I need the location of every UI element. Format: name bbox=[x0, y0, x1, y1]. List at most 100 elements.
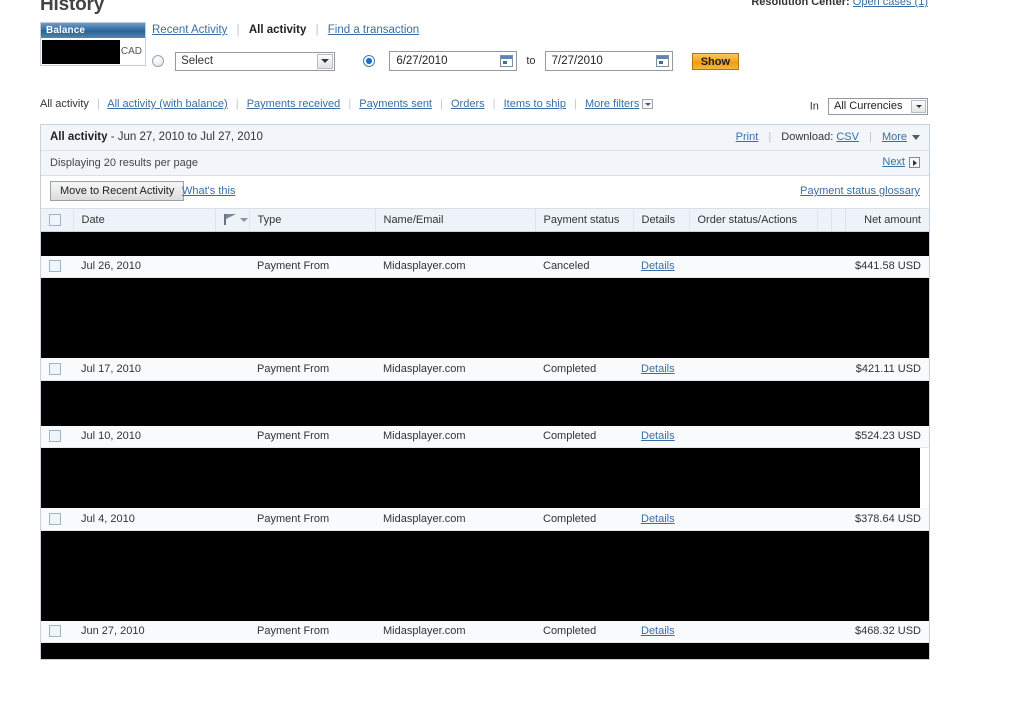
move-to-recent-activity-button[interactable]: Move to Recent Activity bbox=[50, 181, 185, 201]
balance-body: CAD bbox=[41, 38, 145, 65]
chevron-down-icon[interactable] bbox=[912, 134, 920, 140]
redacted-row bbox=[41, 277, 929, 358]
results-per-page-text: Displaying 20 results per page bbox=[50, 157, 198, 169]
cell-date: Jul 26, 2010 bbox=[73, 255, 215, 278]
balance-amount-redaction bbox=[42, 40, 120, 64]
row-checkbox[interactable] bbox=[49, 625, 61, 638]
tab-find-a-transaction[interactable]: Find a transaction bbox=[328, 24, 419, 36]
row-checkbox[interactable] bbox=[49, 362, 61, 375]
cell-type: Payment From bbox=[249, 425, 375, 448]
column-name-email[interactable]: Name/Email bbox=[375, 209, 536, 232]
chevron-down-icon[interactable] bbox=[642, 99, 654, 110]
table-row[interactable]: Jul 26, 2010 Payment From Midasplayer.com C… bbox=[41, 255, 929, 278]
select-dropdown[interactable]: Select bbox=[175, 51, 336, 71]
currency-filter-label: In bbox=[809, 100, 819, 113]
whats-this-link[interactable]: What's this bbox=[182, 185, 235, 197]
subfilter-payments-sent[interactable]: Payments sent bbox=[359, 98, 432, 110]
cell-spacer-b bbox=[831, 508, 845, 531]
download-more-link[interactable]: More bbox=[882, 131, 907, 143]
subfilter-payments-received[interactable]: Payments received bbox=[247, 98, 341, 110]
subfilter-orders[interactable]: Orders bbox=[451, 98, 485, 110]
balance-header-label: Balance bbox=[41, 23, 145, 38]
calendar-icon[interactable] bbox=[500, 55, 514, 67]
arrow-right-icon[interactable] bbox=[909, 156, 920, 168]
subfilter-separator: | bbox=[348, 98, 352, 110]
chevron-down-icon bbox=[321, 59, 330, 63]
details-link[interactable]: Details bbox=[641, 513, 675, 525]
currency-dropdown[interactable]: All Currencies bbox=[828, 98, 928, 115]
column-net-amount[interactable]: Net amount bbox=[845, 209, 929, 232]
details-link[interactable]: Details bbox=[641, 363, 675, 375]
download-label: Download: bbox=[781, 131, 834, 143]
cell-order-status-actions bbox=[689, 255, 817, 278]
row-checkbox[interactable] bbox=[49, 512, 61, 525]
table-row[interactable]: Jun 27, 2010 Payment From Midasplayer.com C… bbox=[41, 620, 929, 643]
column-date[interactable]: Date bbox=[73, 209, 216, 232]
date-to-field[interactable]: 7/27/2010 bbox=[544, 51, 673, 71]
date-filter-controls: Select 6/27/2010 to 7/27/2010 Show bbox=[152, 51, 740, 73]
cell-spacer-b bbox=[831, 620, 845, 643]
tab-separator: | bbox=[236, 24, 240, 36]
flag-icon bbox=[223, 214, 237, 226]
table-row[interactable]: Jul 10, 2010 Payment From Midasplayer.com C… bbox=[41, 425, 929, 448]
calendar-icon[interactable] bbox=[655, 55, 669, 67]
select-radio[interactable] bbox=[152, 55, 164, 67]
subfilter-separator: | bbox=[96, 98, 100, 110]
currency-dropdown-arrow[interactable] bbox=[911, 100, 926, 113]
tab-recent-activity[interactable]: Recent Activity bbox=[152, 24, 227, 36]
activity-table: Date Type Name/Email Payment status Deta… bbox=[41, 209, 929, 659]
details-link[interactable]: Details bbox=[641, 430, 675, 442]
table-row[interactable]: Jul 17, 2010 Payment From Midasplayer.com C… bbox=[41, 358, 929, 381]
panel-title-bold: All activity bbox=[50, 131, 108, 143]
cell-flag bbox=[215, 255, 249, 278]
select-dropdown-arrow[interactable] bbox=[317, 53, 334, 69]
subfilter-all-activity[interactable]: All activity bbox=[40, 98, 89, 110]
column-spacer-b bbox=[831, 209, 846, 232]
currency-dropdown-value: All Currencies bbox=[834, 100, 903, 112]
redacted-row bbox=[41, 530, 929, 621]
row-checkbox-cell bbox=[41, 358, 73, 381]
tools-divider: | bbox=[869, 131, 872, 143]
cell-payment-status: Completed bbox=[535, 620, 633, 643]
column-payment-status[interactable]: Payment status bbox=[535, 209, 634, 232]
cell-flag bbox=[215, 620, 249, 643]
cell-net-amount: $524.23 USD bbox=[845, 425, 929, 448]
column-flag[interactable] bbox=[215, 209, 250, 232]
subfilter-separator: | bbox=[235, 98, 239, 110]
download-csv-link[interactable]: CSV bbox=[836, 131, 859, 143]
column-type[interactable]: Type bbox=[249, 209, 376, 232]
tools-divider: | bbox=[768, 131, 772, 143]
next-page-link[interactable]: Next bbox=[882, 156, 905, 168]
date-range-radio[interactable] bbox=[363, 55, 376, 67]
column-order-status-actions[interactable]: Order status/Actions bbox=[689, 209, 818, 232]
cell-type: Payment From bbox=[249, 255, 375, 278]
subfilter-items-to-ship[interactable]: Items to ship bbox=[504, 98, 566, 110]
subfilter-all-activity-with-balance[interactable]: All activity (with balance) bbox=[107, 98, 227, 110]
select-all-column bbox=[41, 209, 74, 232]
table-row[interactable]: Jul 4, 2010 Payment From Midasplayer.com Co… bbox=[41, 508, 929, 531]
payment-status-glossary-link[interactable]: Payment status glossary bbox=[800, 185, 920, 197]
activity-tabs: Recent Activity | All activity | Find a … bbox=[152, 24, 419, 36]
print-link[interactable]: Print bbox=[736, 131, 759, 143]
details-link[interactable]: Details bbox=[641, 260, 675, 272]
row-checkbox[interactable] bbox=[49, 260, 61, 273]
open-cases-link[interactable]: Open cases (1) bbox=[853, 0, 928, 8]
row-checkbox-cell bbox=[41, 508, 73, 531]
show-button[interactable]: Show bbox=[691, 52, 740, 70]
page-title: History bbox=[40, 0, 105, 15]
date-from-field[interactable]: 6/27/2010 bbox=[389, 51, 518, 71]
pagination-next: Next bbox=[882, 156, 920, 168]
subfilter-more-filters[interactable]: More filters bbox=[585, 98, 639, 110]
redacted-cell bbox=[41, 380, 929, 426]
tab-all-activity[interactable]: All activity bbox=[249, 24, 307, 36]
row-checkbox[interactable] bbox=[49, 430, 61, 443]
column-details[interactable]: Details bbox=[633, 209, 690, 232]
panel-title-range: - Jun 27, 2010 to Jul 27, 2010 bbox=[107, 131, 263, 143]
cell-payment-status: Completed bbox=[535, 358, 633, 381]
details-link[interactable]: Details bbox=[641, 625, 675, 637]
resolution-center-label: Resolution Center: bbox=[751, 0, 850, 8]
redaction-block bbox=[41, 278, 929, 358]
select-all-checkbox[interactable] bbox=[49, 213, 61, 226]
activity-table-body: Jul 26, 2010 Payment From Midasplayer.com C… bbox=[41, 231, 929, 659]
cell-name-email: Midasplayer.com bbox=[375, 255, 535, 278]
